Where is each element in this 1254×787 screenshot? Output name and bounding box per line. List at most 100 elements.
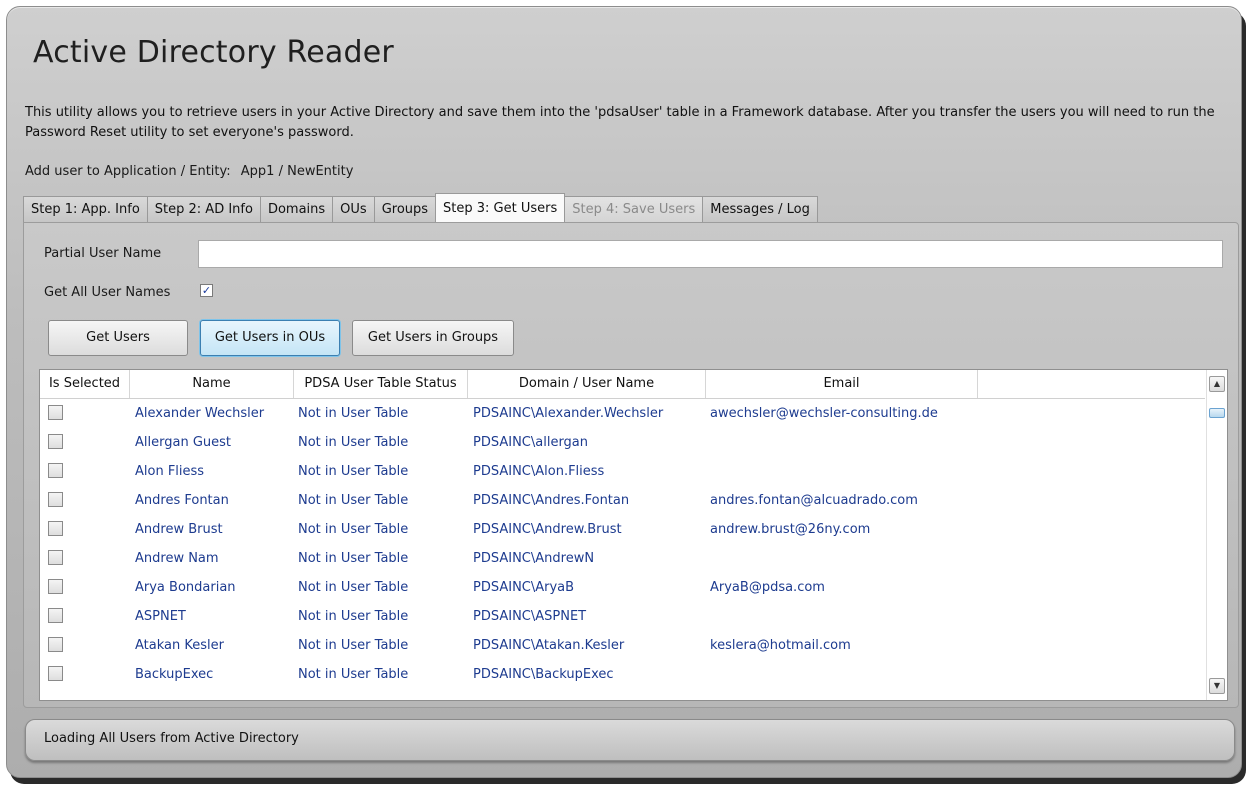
tab-panel-get-users: Partial User Name Get All User Names ✓ G… [23, 222, 1239, 708]
row-select-checkbox[interactable] [48, 520, 63, 536]
column-header-email[interactable]: Email [706, 370, 978, 398]
scroll-down-arrow-icon[interactable]: ▼ [1209, 678, 1225, 694]
get-all-user-names-label: Get All User Names [44, 285, 171, 300]
tab-ous[interactable]: OUs [332, 196, 375, 222]
domain-user-cell: PDSAINC\AndrewN [473, 551, 595, 566]
table-row[interactable]: Arya Bondarian Not in User Table PDSAINC\A… [40, 573, 1205, 602]
user-name-cell: Arya Bondarian [135, 580, 236, 595]
status-cell: Not in User Table [298, 464, 409, 479]
description-text: This utility allows you to retrieve user… [25, 105, 1215, 140]
user-name-cell: Andres Fontan [135, 493, 229, 508]
email-cell: andres.fontan@alcuadrado.com [710, 493, 918, 508]
email-cell [706, 544, 978, 573]
email-cell [706, 660, 978, 689]
tab-messages-log[interactable]: Messages / Log [702, 196, 818, 222]
status-cell: Not in User Table [298, 406, 409, 421]
row-select-checkbox[interactable] [48, 491, 63, 507]
row-select-cell [40, 428, 130, 457]
table-row[interactable]: Andrew Nam Not in User Table PDSAINC\Andre… [40, 544, 1205, 573]
domain-user-cell: PDSAINC\allergan [473, 435, 589, 450]
status-cell: Not in User Table [298, 580, 409, 595]
status-cell: Not in User Table [298, 638, 409, 653]
grid-header: Is Selected Name PDSA User Table Status … [40, 370, 1205, 399]
status-text: Loading All Users from Active Directory [44, 731, 299, 746]
column-header-domain-user[interactable]: Domain / User Name [468, 370, 706, 398]
tab-groups[interactable]: Groups [373, 196, 437, 222]
email-cell [706, 457, 978, 486]
user-name-cell: Alexander Wechsler [135, 406, 265, 421]
app-window: Active Directory Reader This utility all… [6, 6, 1242, 778]
user-name-cell: Andrew Nam [135, 551, 219, 566]
partial-user-name-label: Partial User Name [44, 246, 162, 261]
status-cell: Not in User Table [298, 551, 409, 566]
row-select-checkbox[interactable] [48, 404, 63, 420]
tab-strip: Step 1: App. Info Step 2: AD Info Domains O… [23, 193, 818, 222]
table-row[interactable]: ASPNET Not in User Table PDSAINC\ASPNET [40, 602, 1205, 631]
tab-domains[interactable]: Domains [259, 196, 334, 222]
user-name-cell: Atakan Kesler [135, 638, 224, 653]
status-cell: Not in User Table [298, 435, 409, 450]
row-select-cell [40, 602, 130, 631]
tab-step-3-get-users[interactable]: Step 3: Get Users [435, 193, 566, 222]
get-users-button[interactable]: Get Users [48, 320, 188, 356]
email-cell: andrew.brust@26ny.com [710, 522, 871, 537]
status-cell: Not in User Table [298, 522, 409, 537]
entity-value: App1 / NewEntity [240, 164, 354, 179]
row-select-cell [40, 660, 130, 689]
row-select-cell [40, 486, 130, 515]
partial-user-name-input[interactable] [198, 240, 1223, 268]
table-row[interactable]: BackupExec Not in User Table PDSAINC\Backu… [40, 660, 1205, 689]
email-cell: awechsler@wechsler-consulting.de [710, 406, 938, 421]
scrollbar-thumb[interactable] [1209, 408, 1225, 418]
user-name-cell: Andrew Brust [135, 522, 223, 537]
get-users-in-groups-button[interactable]: Get Users in Groups [352, 320, 514, 356]
user-name-cell: ASPNET [135, 609, 186, 624]
user-name-cell: Alon Fliess [135, 464, 205, 479]
row-select-checkbox[interactable] [48, 549, 63, 565]
table-row[interactable]: Atakan Kesler Not in User Table PDSAINC\At… [40, 631, 1205, 660]
domain-user-cell: PDSAINC\Atakan.Kesler [473, 638, 625, 653]
entity-label: Add user to Application / Entity: [25, 164, 231, 179]
table-row[interactable]: Alexander Wechsler Not in User Table PDSAI… [40, 399, 1205, 428]
row-select-checkbox[interactable] [48, 578, 63, 594]
email-cell: AryaB@pdsa.com [710, 580, 825, 595]
entity-info: Add user to Application / Entity: App1 /… [25, 164, 359, 179]
table-row[interactable]: Andrew Brust Not in User Table PDSAINC\And… [40, 515, 1205, 544]
status-cell: Not in User Table [298, 493, 409, 508]
domain-user-cell: PDSAINC\Alon.Fliess [473, 464, 605, 479]
email-cell [706, 602, 978, 631]
tab-step-4-save-users: Step 4: Save Users [564, 196, 704, 222]
status-cell: Not in User Table [298, 667, 409, 682]
vertical-scrollbar[interactable]: ▲ ▼ [1206, 370, 1227, 700]
user-name-cell: Allergan Guest [135, 435, 232, 450]
domain-user-cell: PDSAINC\AryaB [473, 580, 575, 595]
status-cell: Not in User Table [298, 609, 409, 624]
row-select-cell [40, 631, 130, 660]
row-select-checkbox[interactable] [48, 607, 63, 623]
row-select-checkbox[interactable] [48, 636, 63, 652]
get-all-user-names-checkbox[interactable]: ✓ [200, 284, 213, 297]
table-row[interactable]: Allergan Guest Not in User Table PDSAINC\a… [40, 428, 1205, 457]
row-select-cell [40, 544, 130, 573]
row-select-checkbox[interactable] [48, 462, 63, 478]
email-cell: keslera@hotmail.com [710, 638, 851, 653]
scroll-up-arrow-icon[interactable]: ▲ [1209, 376, 1225, 392]
domain-user-cell: PDSAINC\BackupExec [473, 667, 614, 682]
row-select-cell [40, 515, 130, 544]
row-select-cell [40, 399, 130, 428]
column-header-status[interactable]: PDSA User Table Status [294, 370, 468, 398]
tab-step-1-app-info[interactable]: Step 1: App. Info [23, 196, 148, 222]
column-header-name[interactable]: Name [130, 370, 294, 398]
email-cell [706, 428, 978, 457]
page-title: Active Directory Reader [33, 35, 394, 70]
domain-user-cell: PDSAINC\ASPNET [473, 609, 587, 624]
tab-step-2-ad-info[interactable]: Step 2: AD Info [146, 196, 261, 222]
table-row[interactable]: Alon Fliess Not in User Table PDSAINC\Alon… [40, 457, 1205, 486]
domain-user-cell: PDSAINC\Andrew.Brust [473, 522, 622, 537]
column-header-is-selected[interactable]: Is Selected [40, 370, 130, 398]
row-select-cell [40, 573, 130, 602]
table-row[interactable]: Andres Fontan Not in User Table PDSAINC\An… [40, 486, 1205, 515]
get-users-in-ous-button[interactable]: Get Users in OUs [200, 320, 340, 356]
row-select-checkbox[interactable] [48, 433, 63, 449]
row-select-checkbox[interactable] [48, 665, 63, 681]
